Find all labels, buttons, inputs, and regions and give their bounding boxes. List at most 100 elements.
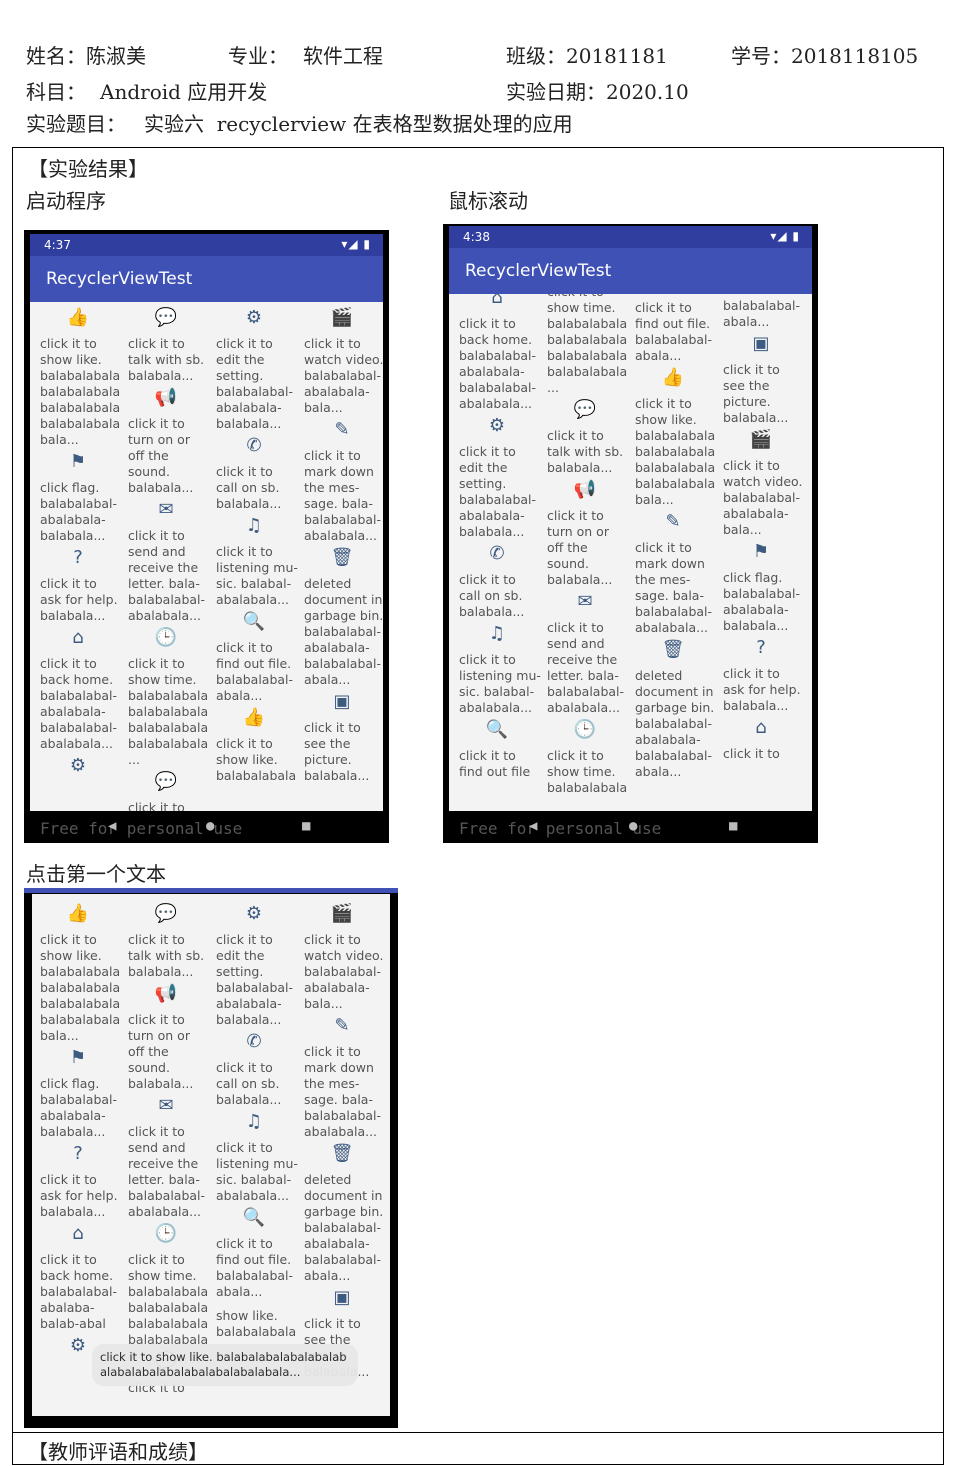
item-icon: ✆ <box>246 435 262 456</box>
item-icon: ✎ <box>334 1015 350 1036</box>
grid-item[interactable]: click it to find out file. balabalabal-a… <box>629 294 717 364</box>
grid-item[interactable]: ? click it to ask for help. balabala... <box>34 546 122 624</box>
grid-item[interactable]: 📢 click it to turn on or off the sound. b… <box>122 982 210 1092</box>
item-text: show like. balabalabala <box>216 1308 297 1339</box>
item-text: click it to ask for help. balabala... <box>723 666 801 713</box>
grid-item[interactable]: ⌂ click it to back home. balabalabal-abal… <box>34 626 122 752</box>
item-text: click it to talk with sb. balabala... <box>128 932 205 979</box>
item-text: click it to find out file. balabalabal-a… <box>216 640 294 703</box>
grid-item[interactable]: ▣ click it to see the picture. balabala..… <box>717 332 805 426</box>
grid-item[interactable]: 💬 click it to talk with sb. balabala... <box>122 902 210 980</box>
grid-item[interactable]: 📢 click it to turn on or off the sound. b… <box>122 386 210 496</box>
grid-item[interactable]: 🕒 click it to show time. balabalabala bal… <box>122 626 210 768</box>
grid-item[interactable]: ✉ click it to send and receive the letter… <box>541 590 629 716</box>
grid-item[interactable]: ⚙ <box>34 754 122 784</box>
item-icon: 📢 <box>573 479 597 500</box>
item-icon: ⌂ <box>491 294 503 308</box>
grid-item[interactable]: 👍 click it to show like. balabalabala <box>210 706 298 784</box>
grid-item[interactable]: 🎬 click it to watch video. balabalabal-ab… <box>298 306 383 416</box>
grid-item[interactable]: ⚑ click flag. balabalabal-abalabala-balab… <box>34 450 122 544</box>
grid-item[interactable]: ✉ click it to send and receive the letter… <box>122 498 210 624</box>
item-text: click it to edit the setting. balabalaba… <box>216 932 294 1027</box>
scroll-label: 鼠标滚动 <box>448 189 528 213</box>
nav-bar: Free for personal use ◀ ● ■ <box>449 811 812 843</box>
experiment-date: 实验日期：2020.10 <box>506 80 689 104</box>
item-icon: ⌂ <box>72 1223 84 1244</box>
item-icon: 🔍 <box>242 1207 266 1228</box>
grid-item[interactable]: ✉ click it to send and receive the letter… <box>122 1094 210 1220</box>
grid-item[interactable]: ✆ click it to call on sb. balabala... <box>453 542 541 620</box>
grid-item[interactable]: 🕒 click it to show time. balabalabala <box>541 718 629 796</box>
recents-button[interactable]: ■ <box>729 818 737 834</box>
item-text: click it to <box>128 800 185 811</box>
item-icon: ⚙ <box>245 903 263 924</box>
grid-item[interactable]: 🗑 deleted document in garbage bin. balaba… <box>298 546 383 688</box>
grid-item[interactable]: show like. balabalabala <box>210 1302 298 1340</box>
divider <box>12 1432 944 1433</box>
item-text: click it to show like. balabalabala bala… <box>40 932 121 1043</box>
grid-item[interactable]: ♫ click it to listening mu-sic. balabal-a… <box>210 514 298 608</box>
app-title: RecyclerViewTest <box>465 261 612 281</box>
item-text: click it to turn on or off the sound. ba… <box>547 508 613 587</box>
grid-item[interactable]: 💬 click it to <box>122 770 210 811</box>
grid-item[interactable]: ♫ click it to listening mu-sic. balabal-a… <box>210 1110 298 1204</box>
grid-item[interactable]: ✆ click it to call on sb. balabala... <box>210 1030 298 1108</box>
grid-item[interactable]: ? click it to ask for help. balabala... <box>717 636 805 714</box>
recycler-view[interactable]: 👍 click it to show like. balabalabala bal… <box>30 302 383 811</box>
item-text: click it to see the picture. balabala... <box>723 362 789 425</box>
grid-item[interactable]: ✎ click it to mark down the mes-sage. bal… <box>298 1014 386 1140</box>
item-icon: 👍 <box>66 307 90 328</box>
major-label: 专业： <box>228 44 288 68</box>
grid-item[interactable]: 📢 click it to turn on or off the sound. b… <box>541 478 629 588</box>
topic-value: 实验六 recyclerview 在表格型数据处理的应用 <box>144 112 573 136</box>
grid-item[interactable]: ? click it to ask for help. balabala... <box>34 1142 122 1220</box>
grid-item[interactable]: ▣ click it to see the picture. balabala..… <box>298 690 383 784</box>
grid-item[interactable]: 🗑 deleted document in garbage bin. balaba… <box>298 1142 386 1284</box>
grid-item[interactable]: 💬 click it to talk with sb. balabala... <box>122 306 210 384</box>
grid-item[interactable]: ⚙ click it to edit the setting. balabalab… <box>453 414 541 540</box>
grid-item[interactable]: 🔍 click it to find out file. balabalabal-… <box>210 610 298 704</box>
status-time: 4:38 <box>463 230 490 244</box>
grid-item[interactable]: 🗑 deleted document in garbage bin. balaba… <box>629 638 717 780</box>
class-number: 班级：20181181 <box>506 44 668 68</box>
home-button[interactable]: ● <box>206 818 214 834</box>
item-text: click it to listening mu-sic. balabal-ab… <box>459 652 541 715</box>
item-icon: 💬 <box>154 307 178 328</box>
recycler-view[interactable]: ⌂ click it to back home. balabalabal-abal… <box>449 294 812 811</box>
grid-item[interactable]: 💬 click it to talk with sb. balabala... <box>541 398 629 476</box>
item-text: click it to back home. balabalabal-abala… <box>40 1252 118 1331</box>
item-text: click flag. balabalabal-abalabala-balaba… <box>40 480 118 543</box>
grid-item[interactable]: abalabala-balabalabal-abala... <box>717 294 805 330</box>
grid-item[interactable]: 🎬 click it to watch video. balabalabal-ab… <box>717 428 805 538</box>
item-icon: ✉ <box>577 591 593 612</box>
recycler-view[interactable]: 👍 click it to show like. balabalabala bal… <box>32 894 390 1416</box>
grid-item[interactable]: 👍 click it to show like. balabalabala bal… <box>34 902 122 1044</box>
grid-item[interactable]: ⚑ click flag. balabalabal-abalabala-balab… <box>34 1046 122 1140</box>
back-button[interactable]: ◀ <box>529 818 537 834</box>
grid-item[interactable]: 🎬 click it to watch video. balabalabal-ab… <box>298 902 386 1012</box>
item-icon: 🕒 <box>154 1223 178 1244</box>
grid-item[interactable]: ⌂ click it to <box>717 716 805 762</box>
grid-item[interactable]: ✆ click it to call on sb. balabala... <box>210 434 298 512</box>
student-id: 学号：2018118105 <box>731 44 919 68</box>
grid-item[interactable]: ✎ click it to mark down the mes-sage. bal… <box>298 418 383 544</box>
recents-button[interactable]: ■ <box>302 818 310 834</box>
item-icon: 🗑 <box>661 639 685 660</box>
grid-item[interactable]: ⚙ click it to edit the setting. balabalab… <box>210 306 298 432</box>
grid-item[interactable]: ♫ click it to listening mu-sic. balabal-a… <box>453 622 541 716</box>
grid-item[interactable]: 👍 click it to show like. balabalabala bal… <box>629 366 717 508</box>
grid-item[interactable]: ⌂ click it to back home. balabalabal-abal… <box>453 294 541 412</box>
grid-item[interactable]: ✎ click it to mark down the mes-sage. bal… <box>629 510 717 636</box>
grid-item[interactable]: click it to show time. balabalabala bala… <box>541 294 629 396</box>
home-button[interactable]: ● <box>629 818 637 834</box>
grid-item[interactable]: ⚙ click it to edit the setting. balabalab… <box>210 902 298 1028</box>
grid-item[interactable]: ⌂ click it to back home. balabalabal-abal… <box>34 1222 122 1332</box>
grid-item[interactable]: 🔍 click it to find out file. balabalabal-… <box>210 1206 298 1300</box>
item-text: deleted document in garbage bin. balabal… <box>304 576 383 687</box>
grid-item[interactable]: 🕒 click it to show time. balabalabala bal… <box>122 1222 210 1348</box>
grid-item[interactable]: 👍 click it to show like. balabalabala bal… <box>34 306 122 448</box>
back-button[interactable]: ◀ <box>108 818 116 834</box>
grid-item[interactable]: 🔍 click it to find out file <box>453 718 541 780</box>
item-text: click it to listening mu-sic. balabal-ab… <box>216 544 298 607</box>
grid-item[interactable]: ⚑ click flag. balabalabal-abalabala-balab… <box>717 540 805 634</box>
